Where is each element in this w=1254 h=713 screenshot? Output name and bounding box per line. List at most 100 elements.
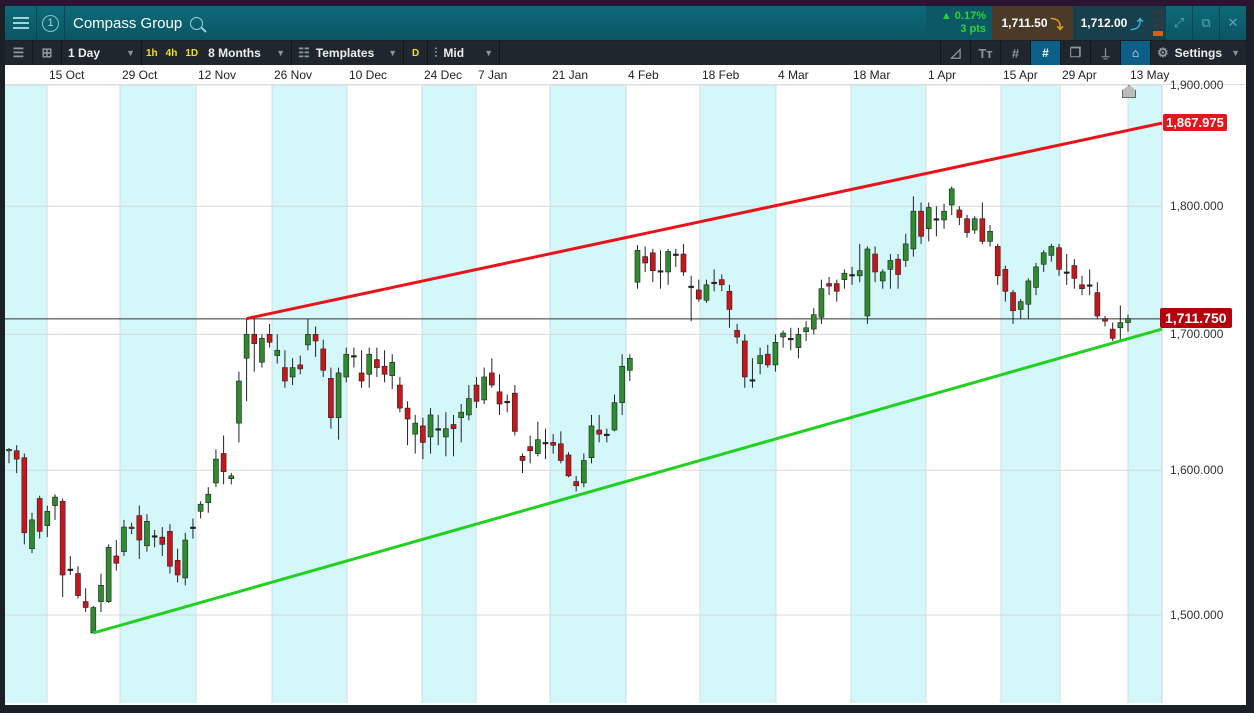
- list-icon: ☰: [12, 45, 25, 60]
- drawing-tool-button[interactable]: ◿: [940, 41, 970, 65]
- candle-down: [174, 560, 181, 576]
- price-type-select[interactable]: ⫶ Mid ▼: [428, 41, 501, 65]
- candle-down: [764, 353, 771, 366]
- crosshair-button[interactable]: ⍊: [1090, 41, 1120, 65]
- candle-down: [650, 252, 656, 271]
- candle-down: [741, 340, 748, 378]
- candle-up: [864, 248, 871, 317]
- candle-up: [627, 357, 633, 371]
- date-tick-label: 26 Nov: [274, 68, 313, 82]
- candle-down: [527, 446, 533, 452]
- grid-edit-button[interactable]: #: [1030, 41, 1060, 65]
- popout-button[interactable]: ⧉: [1192, 6, 1219, 40]
- instrument-title[interactable]: Compass Group: [73, 15, 182, 32]
- candle-down: [918, 210, 924, 237]
- candle-up: [427, 414, 434, 438]
- templates-select[interactable]: ☷ Templates ▼: [292, 41, 405, 65]
- candle-down: [1094, 292, 1101, 317]
- price-tick-label: 1,900.000: [1170, 78, 1224, 92]
- candle-up: [902, 243, 909, 261]
- candle-down: [964, 218, 970, 233]
- quick-1d[interactable]: 1D: [181, 48, 202, 59]
- settings-button[interactable]: ⚙ Settings ▼: [1150, 41, 1246, 65]
- stack-icon: ❐: [1069, 45, 1082, 60]
- interval-select[interactable]: 1 Day ▼: [62, 41, 142, 65]
- candle-down: [573, 481, 579, 487]
- candle-up: [144, 521, 150, 547]
- candle-up: [588, 425, 595, 459]
- date-tick-label: 29 Oct: [122, 68, 158, 82]
- candle-up: [366, 353, 373, 375]
- menu-button[interactable]: [5, 6, 37, 40]
- list-button[interactable]: ☰: [5, 41, 33, 65]
- date-tick-label: 24 Dec: [424, 68, 463, 82]
- quick-4h[interactable]: 4h: [162, 48, 182, 59]
- candle-down: [297, 364, 304, 370]
- candle-up: [29, 519, 35, 550]
- candle-up: [6, 449, 12, 452]
- gear-icon: ⚙: [1157, 45, 1169, 60]
- date-tick-label: 21 Jan: [552, 68, 589, 82]
- candle-down: [136, 515, 143, 541]
- expand-button[interactable]: ⤢: [1165, 6, 1192, 40]
- shaded-period-band: [120, 85, 196, 703]
- candle-doji: [435, 428, 442, 431]
- candle-down: [496, 391, 503, 405]
- candle-up: [757, 355, 763, 364]
- candle-down: [159, 536, 166, 545]
- search-icon[interactable]: [190, 16, 204, 30]
- candle-doji: [151, 535, 158, 538]
- date-tick-label: 1 Apr: [928, 68, 957, 82]
- candle-down: [36, 498, 43, 532]
- candle-up: [305, 334, 311, 346]
- candle-down: [895, 258, 901, 275]
- layout-button[interactable]: ⊞: [33, 41, 62, 65]
- quick-1h[interactable]: 1h: [142, 48, 162, 59]
- range-select[interactable]: 8 Months ▼: [202, 41, 293, 65]
- candle-down: [979, 218, 986, 242]
- candle-down: [128, 526, 135, 529]
- window-number-badge[interactable]: 1: [37, 6, 65, 40]
- candle-down: [994, 246, 1001, 277]
- price-chart[interactable]: [5, 65, 1246, 705]
- candle-doji: [849, 274, 855, 277]
- title-bar: 1 Compass Group ▲ 0.17% 3 pts 1,711.50 ⤵ 1…: [5, 6, 1246, 40]
- candle-down: [1109, 328, 1116, 339]
- candle-up: [243, 334, 250, 359]
- candle-down: [450, 424, 457, 429]
- d-button[interactable]: D: [404, 41, 429, 65]
- buy-price: 1,712.00: [1080, 16, 1128, 30]
- chart-toolbar: ☰ ⊞ 1 Day ▼ 1h 4h 1D 8 Months ▼ ☷ Templates…: [5, 41, 1246, 65]
- candle-up: [274, 349, 281, 356]
- candle-up: [389, 361, 396, 376]
- grid-button[interactable]: #: [1000, 41, 1030, 65]
- candle-down: [374, 359, 380, 368]
- text-tool-button[interactable]: Tт: [970, 41, 1000, 65]
- sell-button[interactable]: 1,711.50 ⤵: [992, 6, 1073, 40]
- candle-down: [642, 256, 648, 264]
- candle-up: [481, 376, 487, 401]
- close-button[interactable]: ✕: [1219, 6, 1246, 40]
- candle-up: [121, 526, 127, 552]
- buy-button[interactable]: 1,712.00 ⤴: [1073, 6, 1151, 40]
- candle-down: [596, 429, 602, 435]
- price-tick-label: 1,600.000: [1170, 463, 1224, 478]
- candle-doji: [711, 281, 717, 285]
- chart-area[interactable]: 15 Oct 29 Oct 12 Nov 26 Nov 10 Dec 24 Dec 7 Ja…: [5, 65, 1246, 705]
- candle-down: [1071, 265, 1078, 279]
- candle-doji: [749, 379, 756, 382]
- current-price-tag: 1,711.750: [1160, 307, 1232, 328]
- candle-up: [228, 475, 235, 480]
- candle-down: [320, 348, 327, 371]
- candle-up: [443, 428, 449, 438]
- price-label-button[interactable]: ⌂: [1120, 41, 1150, 65]
- candle-doji: [673, 253, 679, 256]
- sell-price: 1,711.50: [1001, 16, 1048, 30]
- candle-down: [13, 450, 20, 460]
- chevron-down-icon: ▼: [484, 48, 494, 58]
- windows-button[interactable]: ❐: [1060, 41, 1090, 65]
- candle-up: [213, 458, 219, 484]
- candle-down: [358, 372, 365, 382]
- shaded-period-band: [5, 85, 47, 703]
- line-tool-icon: ◿: [950, 45, 961, 60]
